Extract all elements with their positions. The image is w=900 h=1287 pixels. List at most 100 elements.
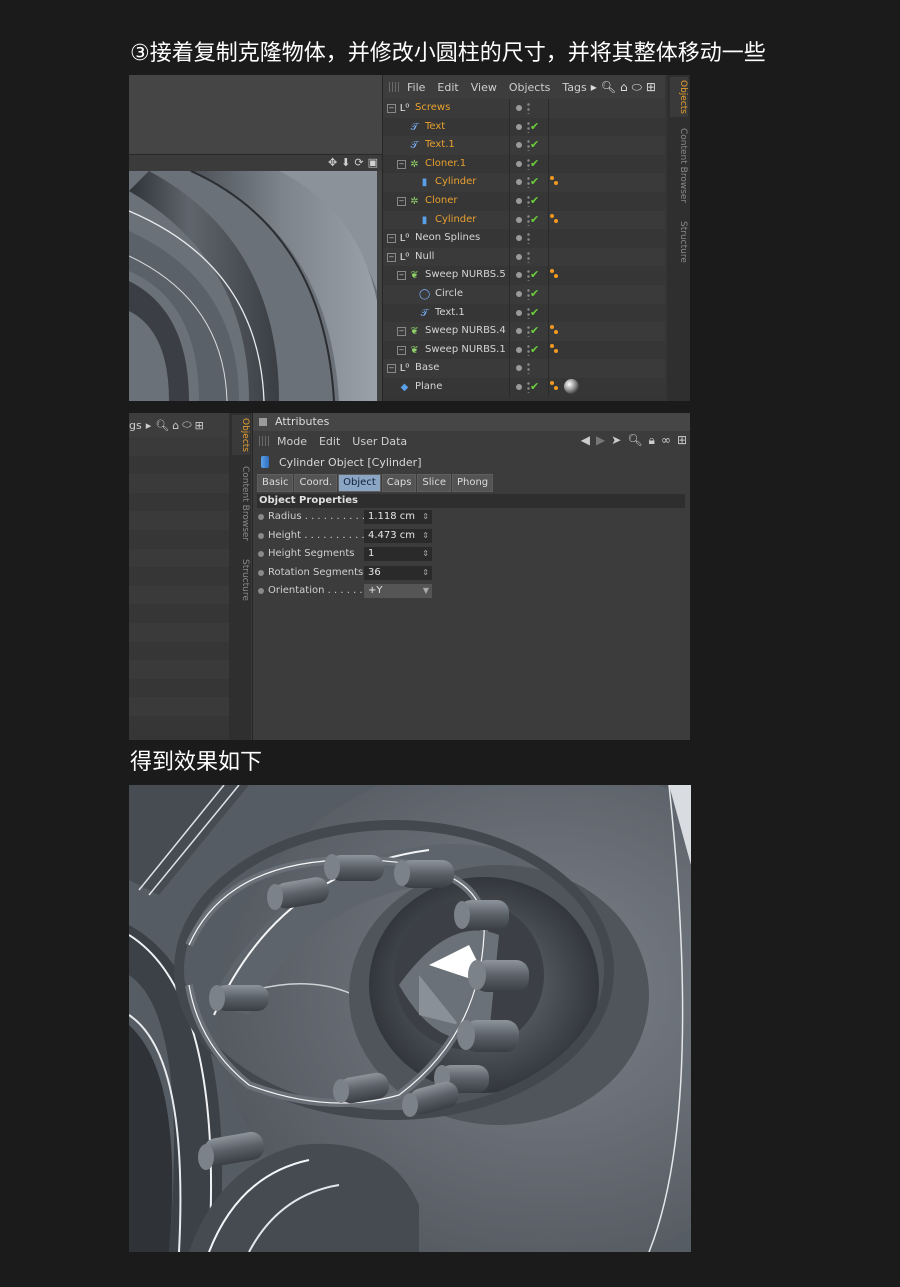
visibility-dots-icon[interactable] — [527, 362, 530, 375]
visibility-dots-icon[interactable] — [527, 250, 530, 263]
object-name[interactable]: Sweep NURBS.5 — [425, 266, 506, 285]
object-row[interactable]: 𝒯 Text ✔ — [383, 117, 665, 137]
menu-tags[interactable]: Tags — [562, 81, 586, 94]
expand-toggle-icon[interactable]: − — [387, 234, 396, 244]
tag-icon[interactable] — [550, 380, 554, 385]
enabled-check-icon[interactable]: ✔ — [530, 378, 539, 397]
radius-field[interactable]: 1.118 cm ⇕ — [364, 510, 432, 524]
tree-row[interactable] — [129, 641, 229, 661]
enabled-check-icon[interactable]: ✔ — [530, 266, 539, 285]
object-name[interactable]: Screws — [415, 99, 450, 118]
search-icon[interactable]: 🔍︎ — [627, 433, 642, 448]
enabled-check-icon[interactable]: ✔ — [530, 118, 539, 137]
object-row[interactable]: − L⁰ Null — [383, 247, 665, 267]
tag-icon[interactable] — [550, 343, 554, 348]
tree-row[interactable] — [129, 492, 229, 512]
expand-toggle-icon[interactable]: − — [387, 252, 396, 262]
viewport-render[interactable] — [129, 171, 377, 401]
object-name[interactable]: Null — [415, 248, 434, 267]
layer-dot-icon[interactable] — [516, 383, 522, 390]
menu-tags-partial[interactable]: gs — [129, 419, 142, 432]
tag-icon[interactable] — [550, 176, 554, 181]
menu-edit[interactable]: Edit — [437, 81, 458, 94]
object-row[interactable]: − ✲ Cloner ✔ — [383, 191, 665, 211]
object-name[interactable]: Cloner.1 — [425, 155, 466, 174]
tab-objects[interactable]: Objects — [232, 415, 250, 455]
layer-dot-icon[interactable] — [516, 197, 522, 204]
rotation-segments-field[interactable]: 36 ⇕ — [364, 565, 432, 580]
material-tag-icon[interactable] — [564, 378, 579, 394]
tag-icon[interactable] — [554, 385, 558, 390]
object-name[interactable]: Cloner — [425, 192, 457, 211]
tag-icon[interactable] — [554, 348, 558, 353]
animate-dot-icon[interactable] — [258, 532, 264, 539]
tab-basic[interactable]: Basic — [257, 474, 294, 492]
object-name[interactable]: Text — [425, 118, 445, 137]
search-icon[interactable]: 🔍︎ — [155, 419, 169, 432]
tab-coord[interactable]: Coord. — [294, 474, 338, 492]
tab-content-browser[interactable]: Content Browser — [670, 125, 688, 207]
object-name[interactable]: Neon Splines — [415, 229, 480, 248]
animate-dot-icon[interactable] — [258, 514, 264, 520]
layer-dot-icon[interactable] — [516, 179, 522, 186]
forward-arrow-icon[interactable]: ▶ — [596, 433, 605, 448]
new-panel-icon[interactable]: ⊞ — [677, 433, 687, 448]
tab-content-browser[interactable]: Content Browser — [232, 463, 250, 545]
tree-row[interactable] — [129, 474, 229, 493]
layer-dot-icon[interactable] — [516, 309, 522, 316]
tag-icon[interactable] — [554, 218, 558, 223]
expand-toggle-icon[interactable]: − — [387, 364, 396, 374]
object-row[interactable]: − ✲ Cloner.1 ✔ — [383, 154, 665, 174]
expand-toggle-icon[interactable]: − — [397, 327, 406, 337]
enabled-check-icon[interactable]: ✔ — [530, 285, 539, 304]
tree-row[interactable] — [129, 585, 229, 605]
object-row[interactable]: − ❦ Sweep NURBS.1 ✔ — [383, 340, 665, 360]
back-arrow-icon[interactable]: ◀ — [581, 433, 590, 448]
height-field[interactable]: 4.473 cm ⇕ — [364, 528, 432, 543]
new-panel-icon[interactable]: ⊞ — [646, 80, 656, 94]
height-segments-field[interactable]: 1 ⇕ — [364, 547, 432, 561]
tree-row[interactable] — [129, 678, 229, 698]
tree-row[interactable] — [129, 622, 229, 642]
animate-dot-icon[interactable] — [258, 551, 264, 557]
visibility-dots-icon[interactable] — [527, 102, 530, 114]
layer-dot-icon[interactable] — [516, 253, 522, 260]
menu-objects[interactable]: Objects — [509, 81, 551, 94]
menu-edit[interactable]: Edit — [319, 435, 340, 448]
enabled-check-icon[interactable]: ✔ — [530, 136, 539, 155]
object-name[interactable]: Cylinder — [435, 173, 476, 192]
animate-dot-icon[interactable] — [258, 588, 264, 594]
object-name[interactable]: Text.1 — [435, 304, 465, 323]
object-name[interactable]: Sweep NURBS.4 — [425, 322, 506, 341]
link-icon[interactable]: ∞ — [661, 433, 671, 448]
enabled-check-icon[interactable]: ✔ — [530, 211, 539, 230]
object-row[interactable]: − L⁰ Screws — [383, 99, 665, 118]
enabled-check-icon[interactable]: ✔ — [530, 155, 539, 174]
tree-row[interactable] — [129, 455, 229, 475]
enabled-check-icon[interactable]: ✔ — [530, 173, 539, 192]
tab-phong[interactable]: Phong — [451, 474, 494, 492]
object-row[interactable]: − ❦ Sweep NURBS.5 ✔ — [383, 266, 665, 285]
tab-structure[interactable]: Structure — [232, 555, 250, 605]
layer-dot-icon[interactable] — [516, 235, 522, 242]
object-name[interactable]: Cylinder — [435, 211, 476, 230]
lock-icon[interactable]: 🔒︎ — [649, 433, 655, 448]
tag-icon[interactable] — [554, 274, 558, 279]
tree-row[interactable] — [129, 511, 229, 530]
home-icon[interactable]: ⌂ — [172, 419, 179, 432]
enabled-check-icon[interactable]: ✔ — [530, 322, 539, 341]
tag-icon[interactable] — [550, 325, 554, 330]
layer-dot-icon[interactable] — [516, 105, 522, 111]
tree-row[interactable] — [129, 715, 229, 735]
animate-dot-icon[interactable] — [258, 569, 264, 576]
expand-toggle-icon[interactable]: − — [397, 196, 406, 206]
more-arrow-icon[interactable]: ▸ — [146, 419, 152, 432]
object-row[interactable]: ◆ Plane ✔ — [383, 377, 665, 397]
enabled-check-icon[interactable]: ✔ — [530, 192, 539, 211]
tree-row[interactable] — [129, 548, 229, 568]
tab-caps[interactable]: Caps — [381, 474, 417, 492]
layer-dot-icon[interactable] — [516, 142, 522, 149]
expand-toggle-icon[interactable]: − — [397, 271, 406, 281]
tab-object[interactable]: Object — [338, 474, 381, 492]
expand-toggle-icon[interactable]: − — [387, 104, 396, 113]
